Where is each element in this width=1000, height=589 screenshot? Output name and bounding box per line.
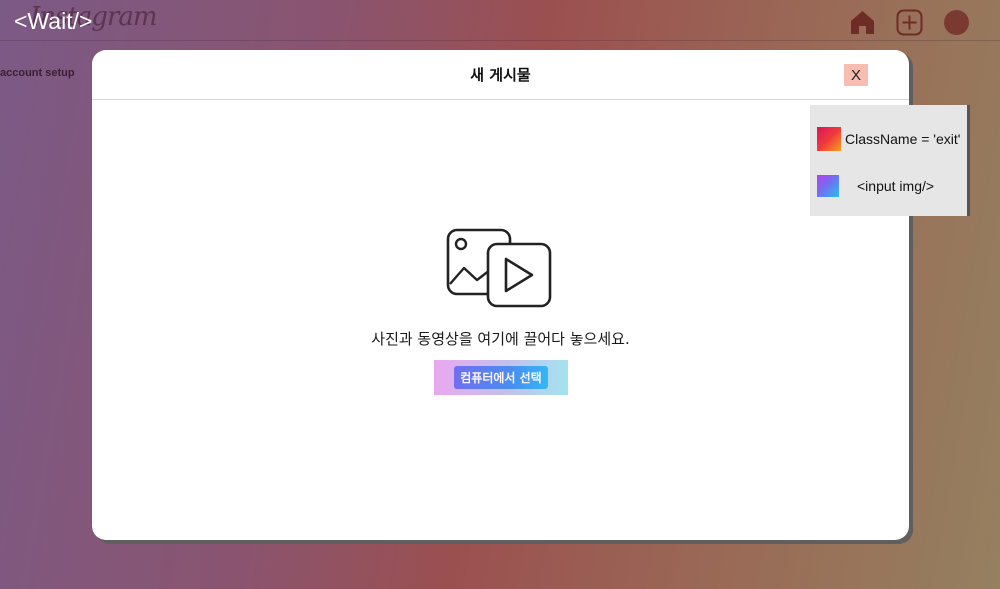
annotation-legend: ClassName = 'exit' <input img/>: [810, 105, 970, 216]
drag-drop-instruction: 사진과 동영상을 여기에 끌어다 놓으세요.: [371, 330, 630, 348]
top-navigation-bar: Instagram <Wait/>: [0, 0, 1000, 41]
legend-item-exit: ClassName = 'exit': [817, 127, 960, 151]
legend-swatch-input: [817, 175, 839, 197]
modal-title: 새 게시물: [470, 66, 531, 84]
photo-video-icon: [446, 228, 552, 308]
nav-icon-group: [849, 9, 970, 35]
new-post-modal: 새 게시물 X 사진과 동영상을 여기에 끌어다 놓으세요. 컴퓨터에서 선택: [92, 50, 909, 540]
profile-avatar[interactable]: [943, 9, 970, 36]
select-from-computer-button[interactable]: 컴퓨터에서 선택: [454, 366, 548, 389]
legend-item-input: <input img/>: [817, 175, 934, 197]
close-button[interactable]: X: [844, 64, 868, 86]
select-button-highlight: 컴퓨터에서 선택: [434, 360, 568, 395]
modal-header: 새 게시물 X: [92, 50, 909, 100]
legend-label-input: <input img/>: [857, 178, 935, 194]
wait-logo-text: <Wait/>: [14, 8, 93, 34]
home-icon[interactable]: [849, 9, 876, 36]
add-post-icon[interactable]: [896, 9, 923, 36]
avatar-circle: [944, 9, 969, 35]
sidebar-account-setup[interactable]: account setup: [0, 67, 75, 79]
legend-swatch-exit: [817, 127, 841, 151]
legend-label-exit: ClassName = 'exit': [845, 131, 961, 147]
